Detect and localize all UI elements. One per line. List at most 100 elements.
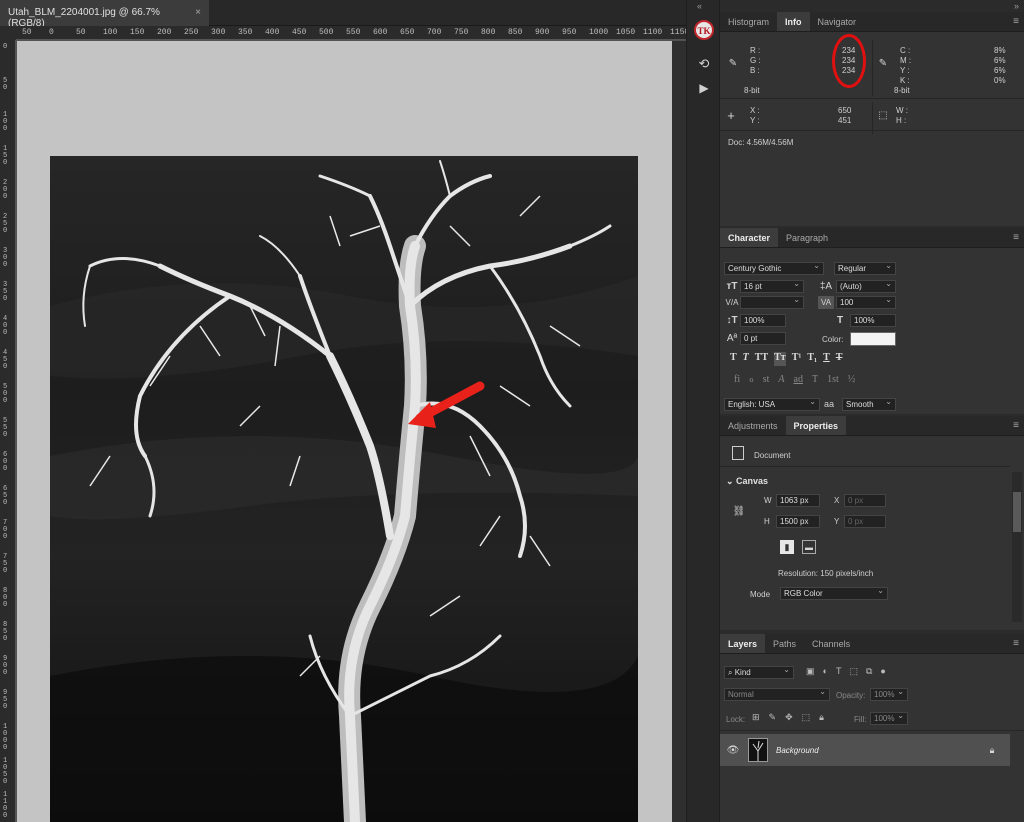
text-color-swatch[interactable] [850, 332, 896, 346]
ruler-top-tick: 50 [76, 28, 86, 37]
fractions-button[interactable]: ½ [848, 374, 856, 388]
tab-character[interactable]: Character [720, 228, 779, 247]
opacity-field[interactable]: 100% [870, 688, 908, 701]
language-select[interactable]: English: USA [724, 398, 820, 411]
canvas-width-field[interactable]: 1063 px [776, 494, 820, 507]
faux-italic-button[interactable]: T [743, 352, 749, 366]
lock-all-icon[interactable]: 🔒︎ [819, 712, 824, 725]
collapse-panels-icon[interactable]: » [1014, 1, 1019, 11]
tab-layers[interactable]: Layers [720, 634, 766, 653]
smart-object-filter-icon[interactable]: ⧉ [866, 666, 872, 679]
underline-button[interactable]: T [823, 352, 830, 366]
eye-icon[interactable]: 👁︎ [726, 743, 740, 757]
leading-field[interactable]: (Auto) [836, 280, 896, 293]
ligatures-button[interactable]: fi [734, 374, 740, 388]
stylistic-alternates-button[interactable]: ad [794, 374, 803, 388]
subscript-button[interactable]: T₁ [807, 352, 817, 366]
contextual-alternates-button[interactable]: st [763, 374, 770, 388]
blend-mode-select[interactable]: Normal [724, 688, 830, 701]
type-filter-icon[interactable]: T [836, 666, 842, 679]
y-value-coord: 451 [838, 116, 852, 125]
layers-tabs: Layers Paths Channels ≡ [720, 634, 1024, 654]
eyedropper-icon[interactable]: ✎ [726, 56, 740, 70]
discretionary-ligatures-button[interactable]: ℴ [749, 374, 754, 388]
fill-field[interactable]: 100% [870, 712, 908, 725]
lock-transparent-icon[interactable]: ⊞ [752, 712, 760, 725]
small-caps-button[interactable]: Tт [774, 352, 786, 366]
canvas-scrollbar[interactable] [672, 41, 686, 822]
layer-name[interactable]: Background [776, 746, 819, 755]
canvas-y-field[interactable]: 0 px [844, 515, 886, 528]
tab-adjustments[interactable]: Adjustments [720, 416, 786, 435]
lock-position-icon[interactable]: ✥ [785, 712, 793, 725]
antialias-select[interactable]: Smooth [842, 398, 896, 411]
close-icon[interactable]: × [195, 7, 201, 19]
c-label: C : [900, 46, 911, 55]
ruler-top-tick: 1150 [670, 28, 686, 37]
kerning-field[interactable] [740, 296, 804, 309]
tab-paragraph[interactable]: Paragraph [778, 228, 836, 247]
canvas-height-field[interactable]: 1500 px [776, 515, 820, 528]
collapse-toolstrip-icon[interactable]: « [697, 1, 702, 11]
tab-properties[interactable]: Properties [785, 416, 847, 435]
portrait-orientation-icon[interactable]: ▮ [780, 540, 794, 554]
crosshair-icon: + [727, 107, 735, 123]
history-icon[interactable]: ⟲ [694, 54, 714, 74]
k-value: 0% [994, 76, 1006, 85]
strikethrough-button[interactable]: T [836, 352, 843, 366]
faux-bold-button[interactable]: T [730, 352, 737, 366]
shape-filter-icon[interactable]: ⬚ [849, 666, 858, 679]
separator [720, 730, 1024, 731]
panel-menu-icon[interactable]: ≡ [1013, 232, 1019, 243]
adjustment-filter-icon[interactable]: ◐ [823, 666, 828, 679]
swash-button[interactable]: A [778, 374, 784, 388]
eyedropper-cmyk-icon[interactable]: ✎ [876, 56, 890, 70]
superscript-button[interactable]: T¹ [792, 352, 802, 366]
k-label: K : [900, 76, 910, 85]
link-icon[interactable]: ⛓ [733, 504, 746, 518]
filter-toggle-icon[interactable]: ● [880, 666, 885, 679]
tab-histogram[interactable]: Histogram [720, 12, 777, 31]
tab-navigator[interactable]: Navigator [810, 12, 865, 31]
image-filter-icon[interactable]: ▣ [806, 666, 815, 679]
tracking-field[interactable]: 100 [836, 296, 896, 309]
vertical-scale-field[interactable]: 100% [740, 314, 786, 327]
lock-icon: 🔒︎ [989, 744, 995, 755]
ruler-top-tick: 700 [427, 28, 442, 37]
tk-logo-icon[interactable]: TK [694, 20, 714, 40]
font-style-select[interactable]: Regular [834, 262, 896, 275]
ordinals-button[interactable]: 1st [827, 374, 839, 388]
properties-scrollbar[interactable] [1012, 472, 1022, 622]
panel-menu-icon[interactable]: ≡ [1013, 638, 1019, 649]
baseline-shift-field[interactable]: 0 pt [740, 332, 786, 345]
document-tab[interactable]: Utah_BLM_2204001.jpg @ 66.7% (RGB/8) × [0, 0, 209, 29]
mode-select[interactable]: RGB Color [780, 587, 888, 600]
ruler-left-tick: 500 [3, 383, 8, 405]
document-image[interactable] [50, 156, 638, 822]
mode-label: Mode [750, 590, 771, 599]
tab-channels[interactable]: Channels [804, 634, 858, 653]
font-size-field[interactable]: 16 pt [740, 280, 804, 293]
lock-image-icon[interactable]: ✎ [769, 712, 777, 725]
layer-filter-kind-select[interactable]: ⌕ Kind [724, 666, 794, 679]
x-value: 650 [838, 106, 852, 115]
actions-play-icon[interactable]: ▶ [694, 78, 714, 98]
lock-artboard-icon[interactable]: ⬚ [802, 712, 811, 725]
panel-menu-icon[interactable]: ≡ [1013, 16, 1019, 27]
tab-paths[interactable]: Paths [765, 634, 804, 653]
horizontal-scale-field[interactable]: 100% [850, 314, 896, 327]
ruler-left-tick: 200 [3, 179, 8, 201]
opacity-label: Opacity: [836, 691, 866, 700]
canvas-x-field[interactable]: 0 px [844, 494, 886, 507]
document-label: Document [754, 451, 791, 460]
g-label: G : [750, 56, 761, 65]
panel-menu-icon[interactable]: ≡ [1013, 420, 1019, 431]
titling-alternates-button[interactable]: T [812, 374, 818, 388]
ruler-top-tick: 100 [103, 28, 118, 37]
tab-info[interactable]: Info [777, 12, 810, 31]
font-family-select[interactable]: Century Gothic [724, 262, 824, 275]
canvas-section-header[interactable]: ⌄ Canvas [726, 476, 768, 487]
landscape-orientation-icon[interactable]: ▬ [802, 540, 816, 554]
layer-row[interactable]: 👁︎ Background 🔒︎ [720, 734, 1010, 766]
all-caps-button[interactable]: TT [755, 352, 768, 366]
